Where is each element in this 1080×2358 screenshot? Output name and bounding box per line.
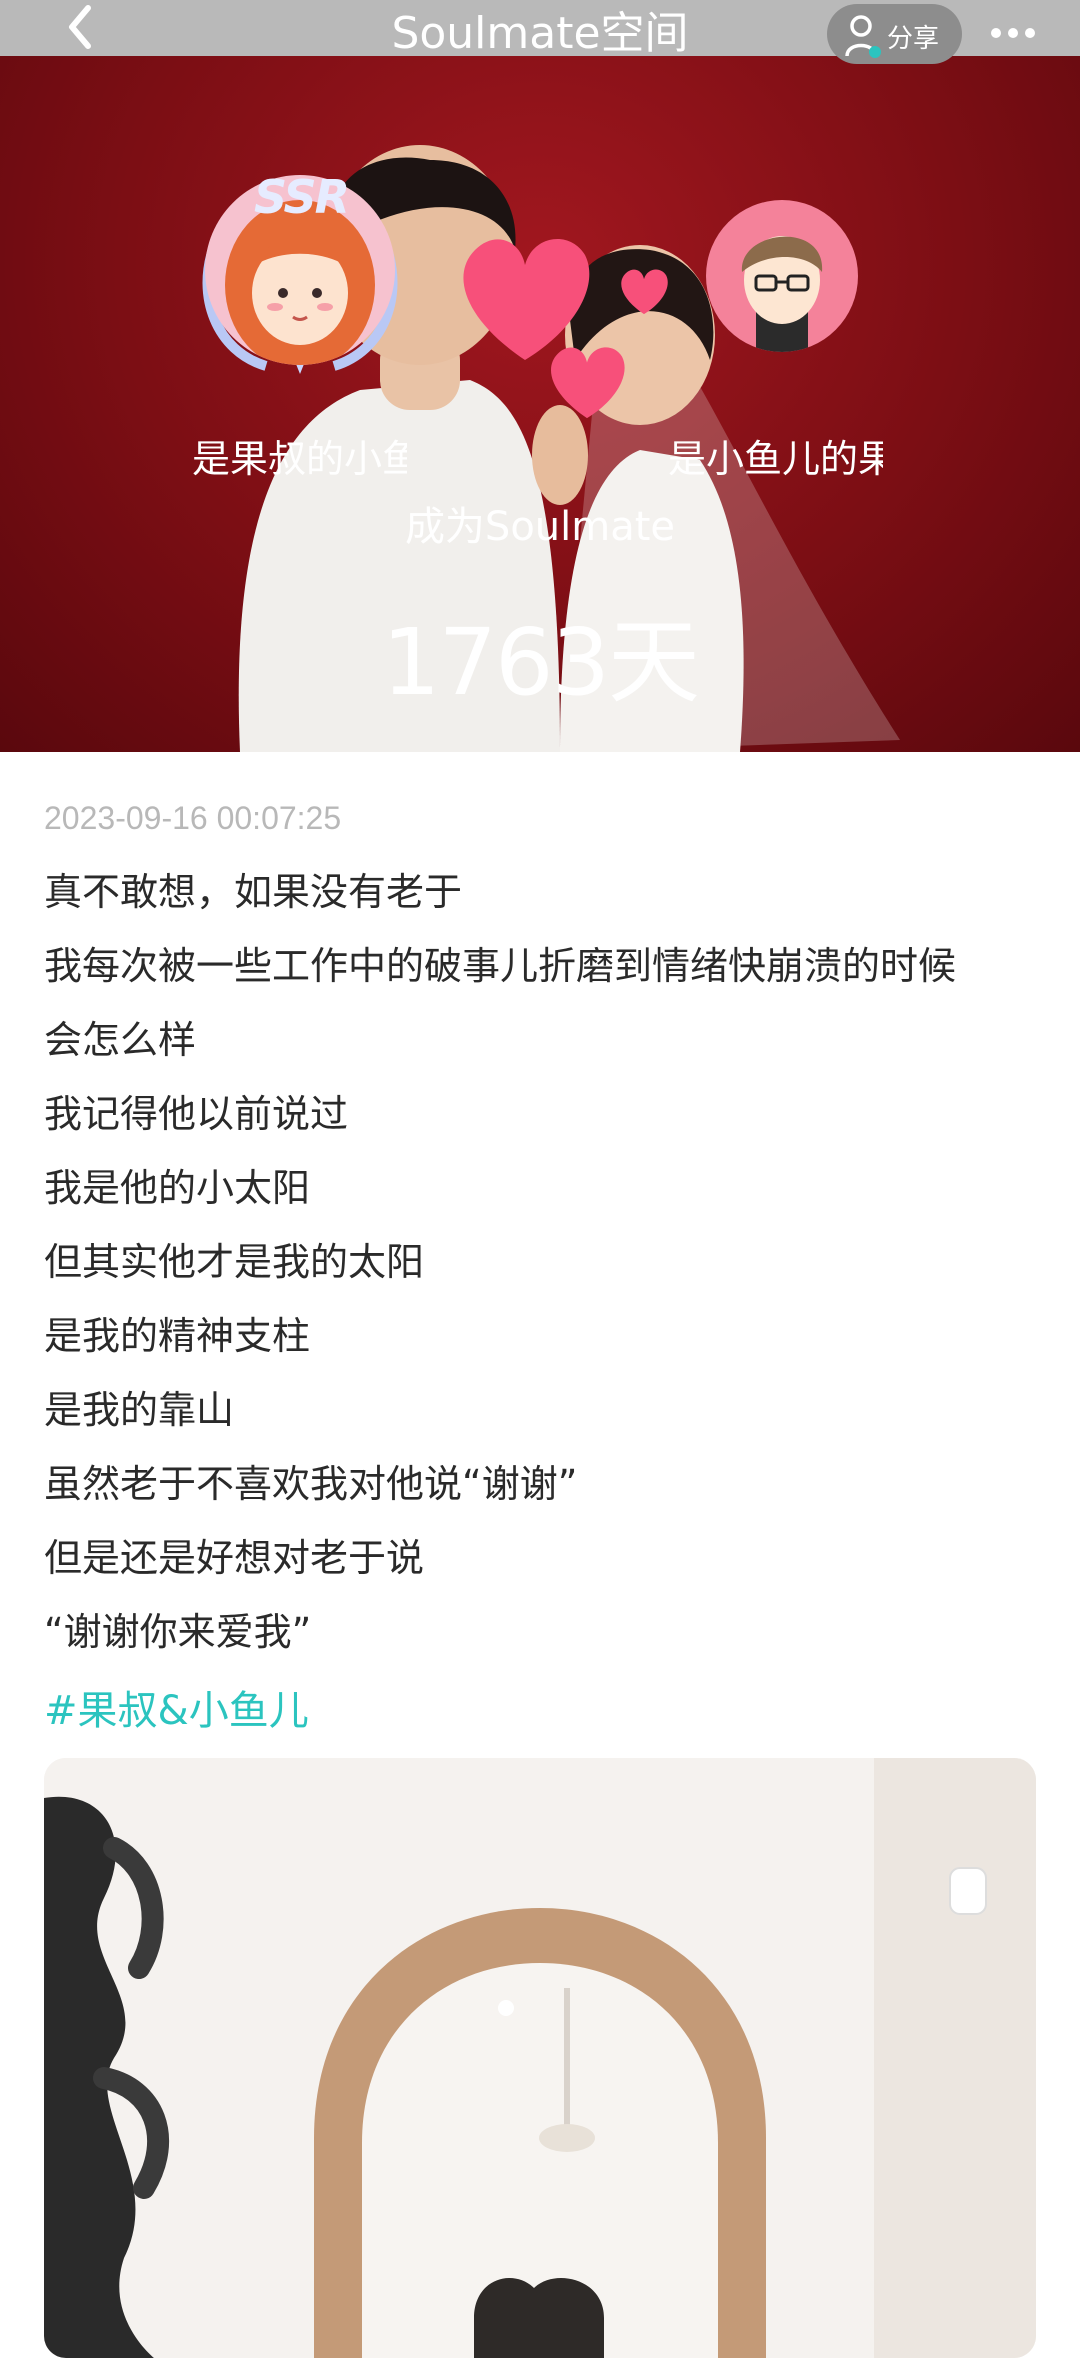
share-label: 分享 — [887, 24, 940, 54]
post-line: 会怎么样 — [44, 1018, 197, 1062]
post-line: 虽然老于不喜欢我对他说“谢谢” — [44, 1462, 578, 1506]
left-username: 是果叔的小鱼 — [192, 437, 407, 481]
right-username: 是小鱼儿的果 — [668, 437, 883, 481]
small-heart-icon — [621, 269, 668, 315]
post-line: 是我的精神支柱 — [44, 1314, 311, 1358]
more-dots-icon[interactable] — [988, 18, 1038, 48]
ssr-badge: SSR — [254, 170, 350, 224]
post-line: 真不敢想，如果没有老于 — [44, 870, 463, 914]
post-timestamp: 2023-09-16 00:07:25 — [44, 800, 342, 836]
soulmate-hero: Soulmate空间 分享 SSR 是果叔的小鱼 是小鱼儿的果 成为Soulma… — [0, 0, 1080, 752]
post-line: 但其实他才是我的太阳 — [44, 1240, 425, 1284]
post-line: 我每次被一些工作中的破事儿折磨到情绪快崩溃的时候 — [44, 944, 957, 988]
days-counter: 1763天 — [381, 609, 700, 716]
share-button[interactable]: 分享 — [827, 4, 962, 64]
medium-heart-icon — [551, 347, 625, 419]
post-photo[interactable] — [44, 1758, 1036, 2358]
post-line: 我是他的小太阳 — [44, 1166, 311, 1210]
became-soulmate-label: 成为Soulmate — [404, 504, 676, 550]
post-line: 我记得他以前说过 — [44, 1092, 349, 1136]
post-content: 真不敢想，如果没有老于 我每次被一些工作中的破事儿折磨到情绪快崩溃的时候 会怎么… — [44, 864, 1044, 1678]
post-line: “谢谢你来爱我” — [44, 1610, 312, 1654]
post-line: 但是还是好想对老于说 — [44, 1536, 425, 1580]
right-avatar[interactable] — [706, 200, 858, 352]
post-hashtag-link[interactable]: #果叔&小鱼儿 — [44, 1678, 309, 1736]
person-icon — [845, 15, 881, 58]
post-line: 是我的靠山 — [44, 1388, 235, 1432]
top-navbar: Soulmate空间 分享 — [0, 0, 1080, 64]
